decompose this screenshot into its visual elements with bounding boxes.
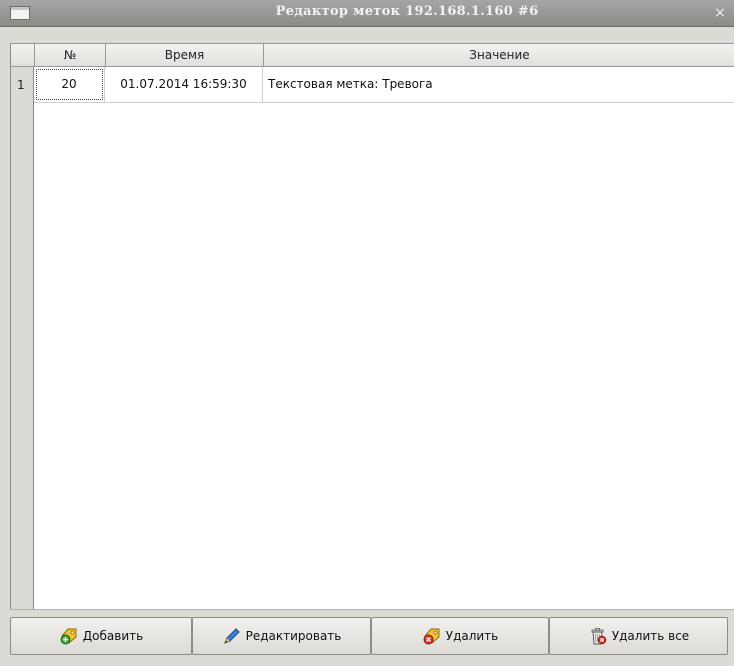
window-title: Редактор меток 192.168.1.160 #6 xyxy=(275,4,539,19)
edit-button[interactable]: Редактировать xyxy=(192,617,371,655)
column-header-time[interactable]: Время xyxy=(106,44,264,66)
edit-button-label: Редактировать xyxy=(245,629,342,643)
tag-editor-window: Редактор меток 192.168.1.160 #6 × № Врем… xyxy=(0,0,734,666)
column-header-number[interactable]: № xyxy=(35,44,106,66)
close-button[interactable]: × xyxy=(712,4,728,22)
row-header-column xyxy=(10,67,34,609)
tag-delete-icon xyxy=(422,627,442,645)
add-button[interactable]: Добавить xyxy=(10,617,192,655)
add-button-label: Добавить xyxy=(82,629,144,643)
divider xyxy=(10,609,734,610)
pencil-icon xyxy=(222,627,242,645)
table-header: № Время Значение xyxy=(10,43,734,67)
cell-time[interactable]: 01.07.2014 16:59:30 xyxy=(105,67,263,102)
column-header-value[interactable]: Значение xyxy=(264,44,734,66)
delete-all-button-label: Удалить все xyxy=(611,629,690,643)
tag-add-icon xyxy=(59,627,79,645)
delete-button-label: Удалить xyxy=(445,629,499,643)
button-bar: Добавить Редактировать Удалить Удалить в… xyxy=(10,617,734,657)
row-number[interactable]: 1 xyxy=(10,67,34,103)
delete-all-button[interactable]: Удалить все xyxy=(549,617,728,655)
cell-number[interactable]: 20 xyxy=(34,67,105,102)
table-row[interactable]: 1 20 01.07.2014 16:59:30 Текстовая метка… xyxy=(10,67,734,103)
tags-table[interactable] xyxy=(10,43,734,609)
cell-value[interactable]: Текстовая метка: Тревога xyxy=(263,67,734,102)
corner-header xyxy=(11,44,35,66)
title-bar[interactable]: Редактор меток 192.168.1.160 #6 × xyxy=(0,0,734,27)
trash-icon xyxy=(588,627,608,645)
delete-button[interactable]: Удалить xyxy=(371,617,549,655)
